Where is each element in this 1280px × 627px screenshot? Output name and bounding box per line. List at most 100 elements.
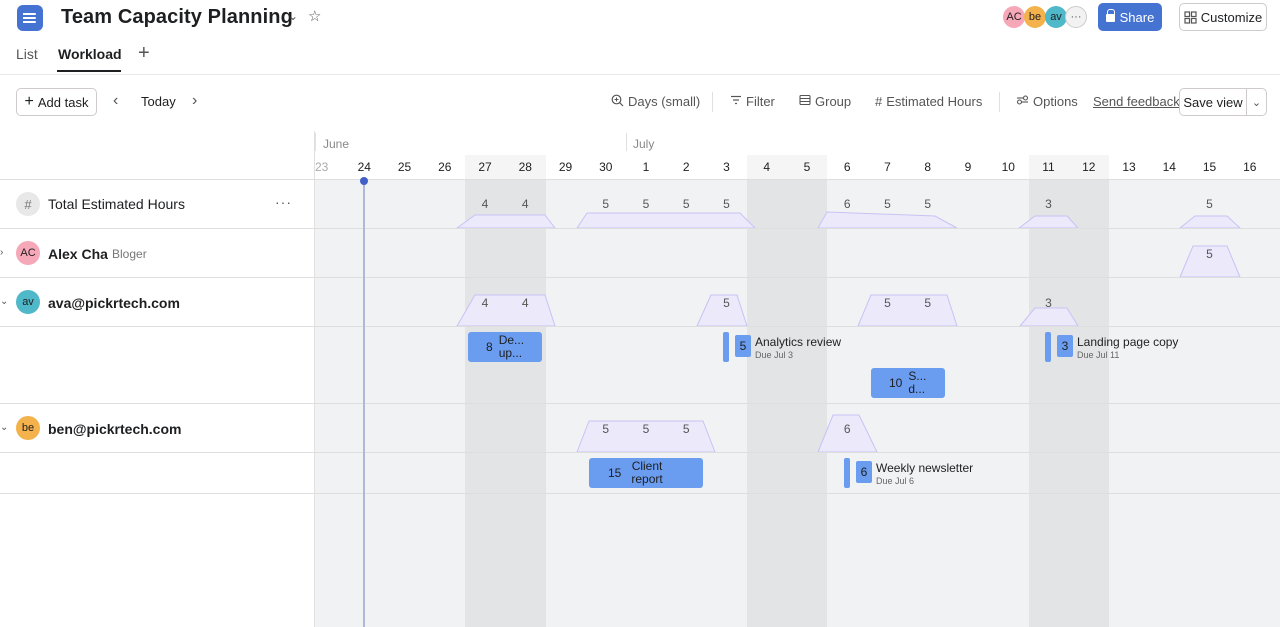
hours-value: 5 xyxy=(924,296,932,310)
active-tab-indicator xyxy=(57,70,121,72)
hours-value: 5 xyxy=(1206,247,1213,261)
day-header: 10 xyxy=(1001,160,1015,174)
row-divider xyxy=(0,179,1280,180)
month-label: July xyxy=(633,137,655,151)
hours-value: 4 xyxy=(481,197,489,211)
task-bar[interactable] xyxy=(723,332,729,362)
tab-workload[interactable]: Workload xyxy=(58,46,122,62)
task-title[interactable]: Analytics review xyxy=(755,335,841,349)
member-name[interactable]: Alex Cha xyxy=(48,246,108,262)
total-hours-label: Total Estimated Hours xyxy=(48,196,185,212)
chevron-right-icon[interactable]: › xyxy=(192,92,197,110)
day-header: 28 xyxy=(518,160,532,174)
avatar[interactable]: be xyxy=(1024,6,1046,28)
member-name[interactable]: ben@pickrtech.com xyxy=(48,421,181,437)
task-title[interactable]: Weekly newsletter xyxy=(876,461,973,475)
avatar: AC xyxy=(16,241,40,265)
project-list-icon[interactable] xyxy=(17,5,43,31)
options-icon xyxy=(1016,95,1029,105)
row-divider xyxy=(0,403,1280,404)
capacity-block xyxy=(817,211,958,229)
add-task-button[interactable]: + Add task xyxy=(16,88,97,116)
task-hours-chip[interactable]: 6 xyxy=(856,461,872,483)
row-divider xyxy=(0,228,1280,229)
month-label: June xyxy=(323,137,350,151)
send-feedback-link[interactable]: Send feedback xyxy=(1093,94,1180,109)
row-divider xyxy=(0,452,1280,453)
day-header: 3 xyxy=(723,160,730,174)
filter-icon xyxy=(731,95,741,105)
day-header: 30 xyxy=(599,160,613,174)
avatar: be xyxy=(16,416,40,440)
chevron-down-icon[interactable]: ⌄ xyxy=(288,9,298,23)
task-hours-chip[interactable]: 5 xyxy=(735,335,751,357)
day-header: 29 xyxy=(558,160,573,174)
day-header: 2 xyxy=(682,160,690,174)
group-icon xyxy=(799,94,811,106)
task-bar[interactable]: 10 S... d... xyxy=(871,368,945,398)
capacity-block xyxy=(1018,307,1079,327)
options-button[interactable]: Options xyxy=(1016,94,1078,109)
day-header: 25 xyxy=(397,160,412,174)
day-header: 13 xyxy=(1122,160,1136,174)
task-hours-chip[interactable]: 3 xyxy=(1057,335,1073,357)
hours-value: 6 xyxy=(843,197,851,211)
zoom-button[interactable]: Days (small) xyxy=(611,94,700,109)
toolbar-divider xyxy=(712,92,713,112)
row-divider xyxy=(0,277,1280,278)
workload-app: Team Capacity Planning ⌄ ☆ List Workload… xyxy=(0,0,1280,627)
task-bar[interactable]: 15 Client report xyxy=(589,458,703,488)
hours-value: 4 xyxy=(481,296,489,310)
day-header: 4 xyxy=(763,160,771,174)
more-members-icon[interactable]: ··· xyxy=(1065,6,1087,28)
capacity-block xyxy=(455,214,557,229)
chevron-down-icon[interactable]: ⌄ xyxy=(0,422,8,433)
more-options-icon[interactable]: ··· xyxy=(275,194,292,210)
day-header: 23 xyxy=(315,160,329,174)
group-button[interactable]: Group xyxy=(799,94,851,109)
header-divider xyxy=(0,74,1280,75)
chevron-down-icon[interactable]: ⌄ xyxy=(0,296,8,307)
customize-button[interactable]: Customize xyxy=(1179,3,1267,31)
hash-icon: # xyxy=(16,192,40,216)
customize-icon xyxy=(1184,10,1197,24)
hours-value: 4 xyxy=(521,296,529,310)
filter-button[interactable]: Filter xyxy=(730,94,775,109)
member-name[interactable]: ava@pickrtech.com xyxy=(48,295,180,311)
save-view-button[interactable]: Save view xyxy=(1179,88,1247,116)
chevron-left-icon[interactable]: ‹ xyxy=(113,92,118,110)
panel-divider xyxy=(314,131,315,627)
task-title[interactable]: Landing page copy xyxy=(1077,335,1178,349)
estimated-hours-button[interactable]: # Estimated Hours xyxy=(875,94,982,109)
day-header: 9 xyxy=(964,160,972,174)
add-tab-icon[interactable]: + xyxy=(138,42,150,65)
save-view-dropdown-icon[interactable]: ⌄ xyxy=(1246,88,1267,116)
hours-value: 5 xyxy=(682,197,690,211)
hours-value: 6 xyxy=(843,422,851,436)
day-header: 26 xyxy=(438,160,452,174)
avatar[interactable]: av xyxy=(1045,6,1067,28)
day-header: 11 xyxy=(1042,160,1055,174)
task-bar[interactable] xyxy=(1045,332,1051,362)
task-bar[interactable]: 8 De... up... xyxy=(468,332,542,362)
hours-value: 5 xyxy=(602,422,610,436)
hours-value: 5 xyxy=(642,197,650,211)
share-button[interactable]: Share xyxy=(1098,3,1162,31)
today-marker xyxy=(360,177,368,185)
tab-list[interactable]: List xyxy=(16,46,38,62)
chevron-right-icon[interactable]: › xyxy=(0,247,3,258)
hours-value: 5 xyxy=(723,197,730,211)
lock-icon xyxy=(1105,9,1116,22)
hours-value: 5 xyxy=(884,197,891,211)
star-icon[interactable]: ☆ xyxy=(308,7,321,25)
hours-value: 5 xyxy=(723,296,730,310)
avatar[interactable]: AC xyxy=(1003,6,1025,28)
toolbar-divider xyxy=(999,92,1000,112)
day-header: 1 xyxy=(642,160,650,174)
task-bar[interactable] xyxy=(844,458,850,488)
today-button[interactable]: Today xyxy=(141,94,176,109)
task-due-date: Due Jul 3 xyxy=(755,350,794,360)
task-due-date: Due Jul 6 xyxy=(876,476,915,486)
capacity-block xyxy=(1178,215,1242,229)
hash-icon: # xyxy=(875,94,883,109)
